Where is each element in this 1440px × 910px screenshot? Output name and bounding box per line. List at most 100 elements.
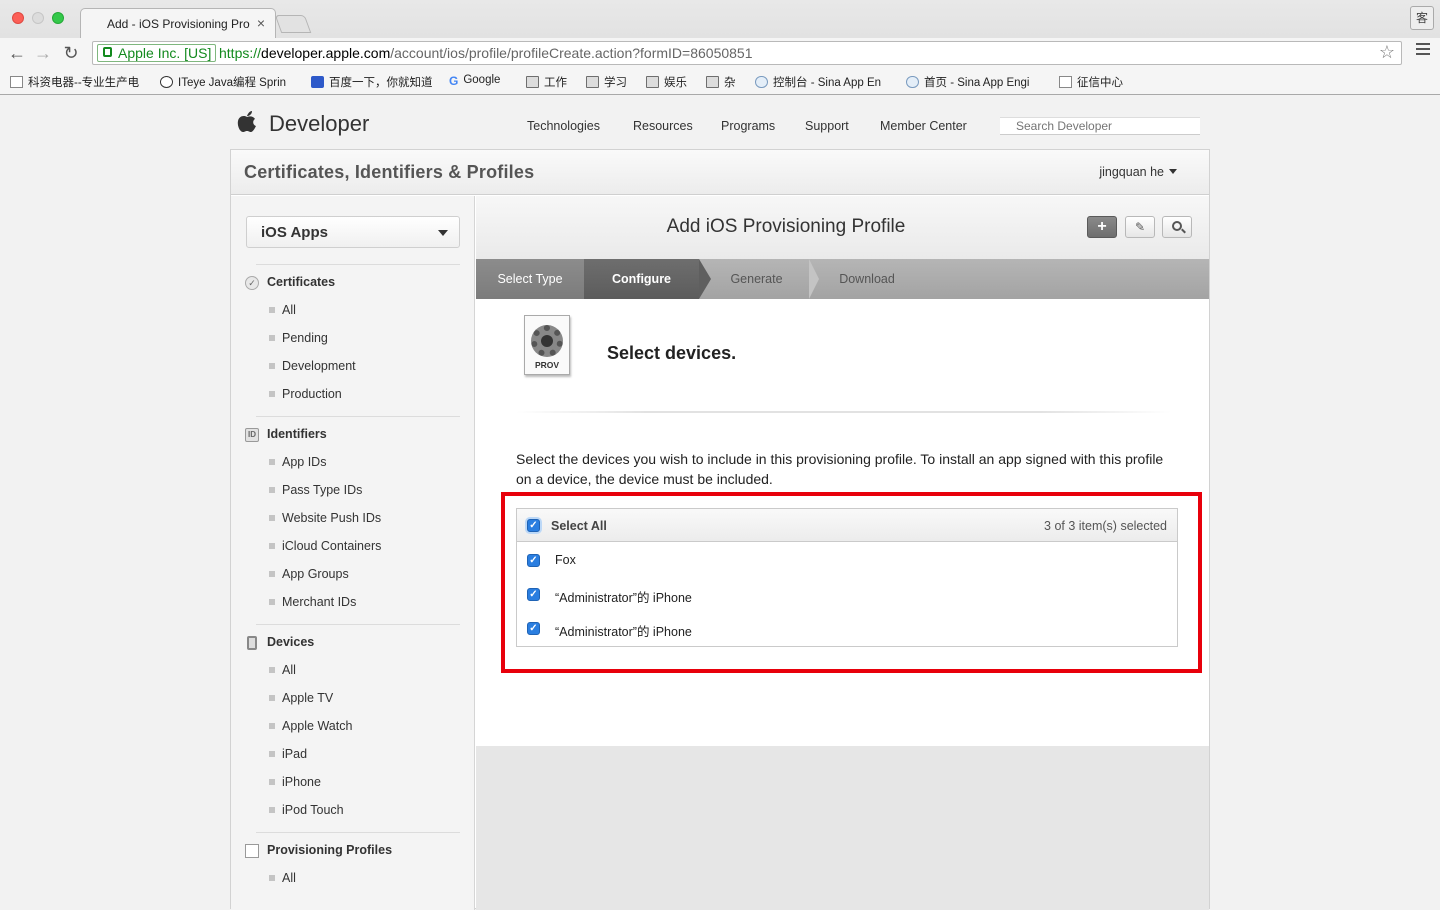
lock-icon — [103, 47, 112, 57]
nav-resources[interactable]: Resources — [633, 119, 693, 133]
sidebar-item-development[interactable]: Development — [282, 359, 356, 373]
folder-icon — [586, 76, 599, 88]
sidebar-item-app-ids[interactable]: App IDs — [282, 455, 326, 469]
search-button[interactable] — [1162, 216, 1192, 238]
nav-support[interactable]: Support — [805, 119, 849, 133]
bookmark-item[interactable]: 控制台 - Sina App En — [755, 74, 881, 90]
sidebar-item-icloud-containers[interactable]: iCloud Containers — [282, 539, 381, 553]
bookmark-folder[interactable]: 工作 — [526, 74, 567, 90]
instructions-text: Select the devices you wish to include i… — [516, 451, 1164, 487]
bookmark-item[interactable]: 科资电器--专业生产电 — [10, 74, 139, 90]
bullet-icon — [269, 875, 275, 881]
bullet-icon — [269, 695, 275, 701]
selected-count: 3 of 3 item(s) selected — [1044, 519, 1167, 533]
google-icon: G — [449, 74, 459, 88]
bullet-icon — [269, 751, 275, 757]
bookmark-item[interactable]: ITeye Java编程 Sprin — [160, 74, 286, 90]
bookmark-item[interactable]: G Google — [449, 74, 500, 88]
sidebar-item-certificates-all[interactable]: All — [282, 303, 296, 317]
sidebar-section-devices[interactable]: Devices — [267, 635, 314, 649]
back-arrow-icon[interactable]: ← — [6, 42, 28, 64]
folder-icon — [706, 76, 719, 88]
add-button[interactable]: + — [1087, 216, 1117, 238]
nav-programs[interactable]: Programs — [721, 119, 775, 133]
sidebar-section-provisioning-profiles[interactable]: Provisioning Profiles — [267, 843, 392, 857]
sidebar-item-devices-all[interactable]: All — [282, 663, 296, 677]
sidebar-item-merchant-ids[interactable]: Merchant IDs — [282, 595, 356, 609]
window-maximize-button[interactable] — [52, 12, 64, 24]
edit-button[interactable]: ✎ — [1125, 216, 1155, 238]
select-all-label[interactable]: Select All — [551, 519, 607, 533]
tab-close-icon[interactable]: × — [257, 15, 265, 31]
bookmark-label: 科资电器--专业生产电 — [28, 77, 140, 89]
sidebar-item-iphone[interactable]: iPhone — [282, 775, 321, 789]
bookmark-label: 百度一下，你就知道 — [329, 77, 433, 89]
bullet-icon — [269, 307, 275, 313]
sidebar-item-ipod-touch[interactable]: iPod Touch — [282, 803, 344, 817]
sidebar-item-apple-watch[interactable]: Apple Watch — [282, 719, 352, 733]
bookmark-item[interactable]: 首页 - Sina App Engi — [906, 74, 1029, 90]
reload-icon[interactable]: ↻ — [60, 42, 82, 64]
browser-tab-active[interactable]: Add - iOS Provisioning Pro × — [80, 8, 276, 38]
new-tab-button[interactable] — [274, 15, 312, 33]
select-all-checkbox[interactable]: ✓ — [527, 519, 540, 532]
apple-logo-icon[interactable] — [236, 110, 258, 134]
cloud-icon — [906, 76, 919, 88]
bookmark-folder[interactable]: 学习 — [586, 74, 627, 90]
sidebar-section-identifiers[interactable]: Identifiers — [267, 427, 327, 441]
sidebar-section-certificates[interactable]: Certificates — [267, 275, 335, 289]
bookmark-label: ITeye Java编程 Sprin — [178, 77, 287, 89]
browser-toolbar: ← → ↻ Apple Inc. [US] https://developer.… — [0, 38, 1440, 68]
device-row[interactable]: ✓ Fox — [517, 543, 1177, 577]
bookmark-folder[interactable]: 娱乐 — [646, 74, 687, 90]
window-minimize-button[interactable] — [32, 12, 44, 24]
window-close-button[interactable] — [12, 12, 24, 24]
developer-brand[interactable]: Developer — [269, 111, 369, 137]
device-checkbox[interactable]: ✓ — [527, 622, 540, 635]
sidebar-item-production[interactable]: Production — [282, 387, 342, 401]
platform-select[interactable]: iOS Apps — [246, 216, 460, 248]
bookmark-item[interactable]: 百度一下，你就知道 — [311, 74, 433, 90]
bookmark-label: 工作 — [544, 77, 567, 89]
device-row[interactable]: ✓ “Administrator”的 iPhone — [517, 611, 1177, 645]
device-checkbox[interactable]: ✓ — [527, 554, 540, 567]
panel-title: Certificates, Identifiers & Profiles — [244, 162, 535, 182]
url-text[interactable]: https://developer.apple.com/account/ios/… — [219, 45, 753, 61]
address-bar[interactable]: Apple Inc. [US] https://developer.apple.… — [92, 41, 1402, 65]
nav-technologies[interactable]: Technologies — [527, 119, 600, 133]
sidebar-item-website-push-ids[interactable]: Website Push IDs — [282, 511, 381, 525]
main-content: Add iOS Provisioning Profile + ✎ Select … — [476, 196, 1209, 910]
bookmark-label: 首页 - Sina App Engi — [924, 77, 1030, 89]
bookmark-folder[interactable]: 杂 — [706, 74, 736, 90]
sidebar-item-profiles-all[interactable]: All — [282, 871, 296, 885]
user-name: jingquan he — [1099, 165, 1164, 179]
identifiers-icon: ID — [245, 428, 259, 442]
sidebar-item-pass-type-ids[interactable]: Pass Type IDs — [282, 483, 362, 497]
bookmark-label: 控制台 - Sina App En — [773, 77, 882, 89]
bookmark-star-icon[interactable]: ☆ — [1379, 42, 1395, 63]
tab-title: Add - iOS Provisioning Pro — [107, 17, 250, 31]
bookmark-item[interactable]: 征信中心 — [1059, 74, 1123, 90]
bookmark-label: 娱乐 — [664, 77, 687, 89]
chevron-down-icon — [438, 230, 448, 236]
device-icon — [247, 636, 257, 650]
web-page: Developer Technologies Resources Program… — [0, 95, 1440, 910]
sidebar-item-app-groups[interactable]: App Groups — [282, 567, 349, 581]
sidebar-item-apple-tv[interactable]: Apple TV — [282, 691, 333, 705]
main-header: Add iOS Provisioning Profile + ✎ — [476, 196, 1209, 259]
forward-arrow-icon[interactable]: → — [32, 42, 54, 64]
sidebar-item-pending[interactable]: Pending — [282, 331, 328, 345]
url-host: developer.apple.com — [261, 45, 391, 61]
ev-certificate-badge[interactable]: Apple Inc. [US] — [97, 44, 217, 62]
bullet-icon — [269, 571, 275, 577]
device-checkbox[interactable]: ✓ — [527, 588, 540, 601]
sidebar-item-ipad[interactable]: iPad — [282, 747, 307, 761]
user-menu[interactable]: jingquan he — [1099, 165, 1177, 179]
step-progress-bar: Select Type Configure Generate Download — [476, 259, 1209, 299]
nav-member-center[interactable]: Member Center — [880, 119, 967, 133]
search-developer-input[interactable] — [1000, 117, 1200, 135]
device-row[interactable]: ✓ “Administrator”的 iPhone — [517, 577, 1177, 611]
caret-down-icon — [1169, 169, 1177, 174]
profile-button[interactable]: 客 — [1410, 6, 1434, 30]
browser-menu-icon[interactable] — [1416, 43, 1430, 57]
